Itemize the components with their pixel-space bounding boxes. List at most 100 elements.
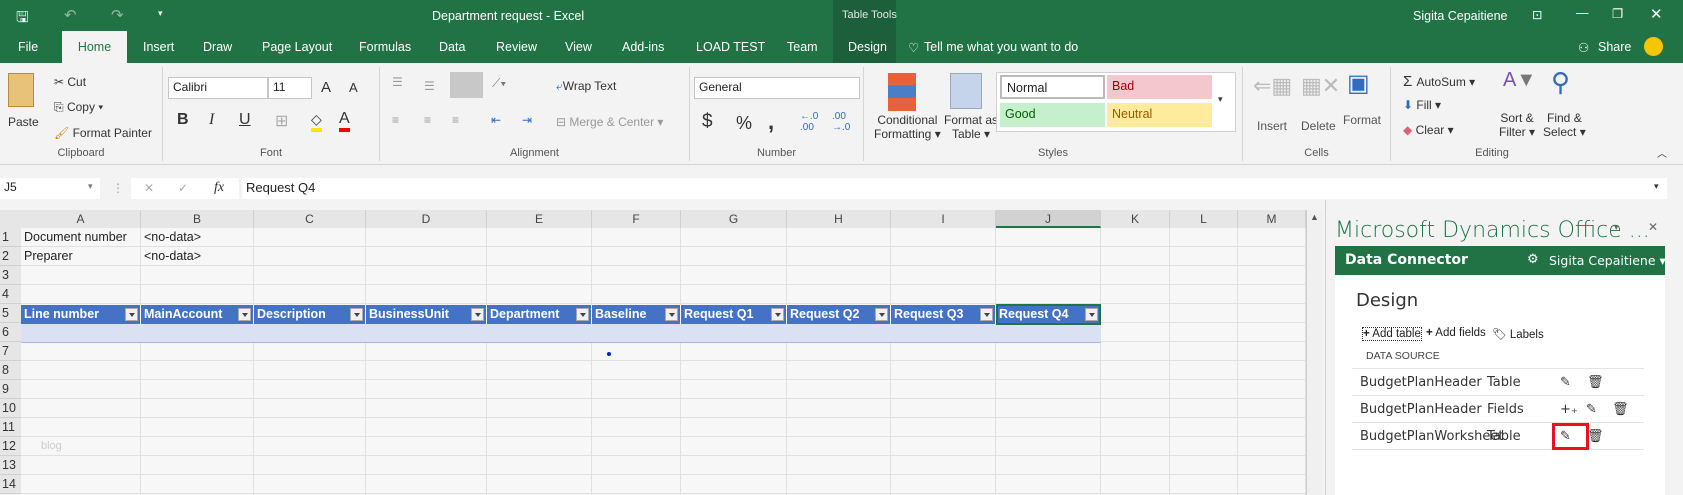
name-box-dropdown-icon[interactable]: ▾ bbox=[88, 181, 93, 192]
row-header-6[interactable]: 6 bbox=[0, 323, 21, 342]
row-header-3[interactable]: 3 bbox=[0, 266, 21, 285]
row-header-2[interactable]: 2 bbox=[0, 247, 21, 266]
row-header-1[interactable]: 1 bbox=[0, 228, 21, 247]
redo-icon[interactable]: ↷ bbox=[111, 6, 124, 24]
smiley-feedback-icon[interactable] bbox=[1644, 37, 1663, 56]
vertical-scrollbar[interactable]: ▲ bbox=[1306, 210, 1322, 495]
style-good[interactable]: Good bbox=[1000, 103, 1105, 127]
decrease-decimal-icon[interactable]: .00 →.0 bbox=[832, 111, 850, 133]
column-header-b[interactable]: B bbox=[141, 210, 254, 228]
conditional-formatting-icon[interactable] bbox=[888, 73, 916, 111]
column-header-h[interactable]: H bbox=[787, 210, 891, 228]
insert-button[interactable]: Insert bbox=[1257, 119, 1287, 133]
sort-filter-icon[interactable]: A▼ bbox=[1503, 69, 1536, 92]
labels-link[interactable]: 🏷 Labels bbox=[1492, 327, 1544, 341]
account-name[interactable]: Sigita Cepaitiene bbox=[1413, 9, 1508, 23]
format-as-table-icon[interactable] bbox=[950, 73, 982, 109]
tab-add-ins[interactable]: Add-ins bbox=[616, 31, 670, 63]
close-icon[interactable]: ✕ bbox=[1650, 5, 1663, 23]
paste-icon[interactable] bbox=[8, 73, 34, 107]
underline-button[interactable]: U bbox=[239, 111, 251, 129]
format-painter-button[interactable]: 🖌 Format Painter bbox=[54, 126, 152, 140]
align-right-icon[interactable]: ≡ bbox=[452, 113, 459, 127]
align-top-icon[interactable]: ☰ bbox=[392, 75, 403, 89]
comma-button[interactable]: , bbox=[768, 109, 774, 135]
tab-page-layout[interactable]: Page Layout bbox=[256, 31, 338, 63]
delete-trash-icon[interactable]: 🗑 bbox=[1612, 396, 1629, 423]
shrink-font-icon[interactable]: A bbox=[349, 80, 358, 95]
font-size-select[interactable]: 11 bbox=[268, 77, 312, 99]
increase-decimal-icon[interactable]: ←.0.00 bbox=[800, 111, 818, 133]
enter-icon[interactable]: ✓ bbox=[178, 181, 188, 195]
column-header-e[interactable]: E bbox=[487, 210, 592, 228]
row-header-14[interactable]: 14 bbox=[0, 475, 21, 494]
tell-me-input[interactable]: Tell me what you want to do bbox=[924, 40, 1078, 54]
table-header-cell[interactable]: Request Q3 bbox=[891, 305, 996, 324]
table-header-cell[interactable]: Line number bbox=[21, 305, 141, 324]
undo-icon[interactable]: ↶ bbox=[64, 6, 77, 24]
tab-team[interactable]: Team bbox=[781, 31, 824, 63]
fill-color-icon[interactable]: ◇ bbox=[311, 111, 322, 132]
table-header-cell[interactable]: Request Q1 bbox=[681, 305, 787, 324]
paste-button[interactable]: Paste bbox=[8, 115, 39, 129]
format-cells-icon[interactable]: ▣ bbox=[1347, 69, 1370, 98]
formula-input[interactable]: Request Q4 bbox=[242, 178, 1667, 199]
align-middle-icon[interactable]: ☰ bbox=[424, 79, 435, 93]
format-as-table-button[interactable]: Format as Table ▾ bbox=[944, 113, 998, 141]
style-neutral[interactable]: Neutral bbox=[1107, 103, 1212, 127]
delete-trash-icon[interactable]: 🗑 bbox=[1587, 369, 1604, 396]
filter-dropdown-icon[interactable] bbox=[665, 308, 678, 321]
column-header-a[interactable]: A bbox=[21, 210, 141, 228]
insert-function-button[interactable]: fx bbox=[214, 180, 224, 196]
align-center-icon[interactable]: ≡ bbox=[424, 113, 431, 127]
insert-cells-icon[interactable]: ⇐▦ bbox=[1253, 73, 1292, 99]
column-header-j[interactable]: J bbox=[996, 210, 1101, 228]
cancel-icon[interactable]: ✕ bbox=[144, 181, 154, 195]
add-table-link[interactable]: + Add table bbox=[1362, 327, 1422, 341]
column-header-k[interactable]: K bbox=[1101, 210, 1170, 228]
align-bottom-icon[interactable] bbox=[450, 72, 483, 98]
name-box[interactable]: J5 bbox=[0, 178, 100, 199]
filter-dropdown-icon[interactable] bbox=[471, 308, 484, 321]
row-header-9[interactable]: 9 bbox=[0, 380, 21, 399]
column-header-l[interactable]: L bbox=[1170, 210, 1238, 228]
cell-a1[interactable]: Document number bbox=[21, 228, 127, 247]
table-header-cell[interactable]: Request Q2 bbox=[787, 305, 891, 324]
wrap-text-button[interactable]: ⤶Wrap Text bbox=[556, 79, 616, 94]
collapse-ribbon-icon[interactable]: ︿ bbox=[1657, 145, 1667, 160]
tab-formulas[interactable]: Formulas bbox=[353, 31, 417, 63]
row-header-7[interactable]: 7 bbox=[0, 342, 21, 361]
style-normal[interactable]: Normal bbox=[1000, 75, 1105, 99]
tab-file[interactable]: File bbox=[12, 31, 44, 63]
filter-dropdown-icon[interactable] bbox=[350, 308, 363, 321]
table-header-cell[interactable]: Description bbox=[254, 305, 366, 324]
filter-dropdown-icon[interactable] bbox=[125, 308, 138, 321]
row-header-4[interactable]: 4 bbox=[0, 285, 21, 304]
bold-button[interactable]: B bbox=[177, 111, 189, 129]
fill-button[interactable]: ⬇ Fill ▾ bbox=[1403, 98, 1441, 112]
row-header-12[interactable]: 12 bbox=[0, 437, 21, 456]
row-header-11[interactable]: 11 bbox=[0, 418, 21, 437]
grow-font-icon[interactable]: A bbox=[321, 79, 331, 96]
row-header-10[interactable]: 10 bbox=[0, 399, 21, 418]
conditional-formatting-button[interactable]: Conditional Formatting ▾ bbox=[874, 113, 941, 141]
pane-user-menu[interactable]: Sigita Cepaitiene ▾ bbox=[1549, 253, 1666, 268]
row-header-5[interactable]: 5 bbox=[0, 304, 21, 323]
restore-icon[interactable]: ❐ bbox=[1612, 6, 1623, 21]
style-bad[interactable]: Bad bbox=[1107, 75, 1212, 99]
column-header-c[interactable]: C bbox=[254, 210, 366, 228]
add-fields-icon[interactable]: +₊ bbox=[1560, 396, 1578, 423]
table-header-cell[interactable]: MainAccount bbox=[141, 305, 254, 324]
tab-insert[interactable]: Insert bbox=[137, 31, 180, 63]
find-select-button[interactable]: Find & Select ▾ bbox=[1543, 111, 1586, 139]
filter-dropdown-icon[interactable] bbox=[875, 308, 888, 321]
borders-icon[interactable]: ⊞ bbox=[275, 111, 288, 131]
tab-view[interactable]: View bbox=[559, 31, 598, 63]
settings-gear-icon[interactable]: ⚙ bbox=[1527, 252, 1539, 267]
column-header-f[interactable]: F bbox=[592, 210, 681, 228]
edit-pencil-icon[interactable]: ✎ bbox=[1560, 369, 1571, 396]
filter-dropdown-icon[interactable] bbox=[238, 308, 251, 321]
format-button[interactable]: Format bbox=[1343, 113, 1381, 127]
font-name-select[interactable]: Calibri bbox=[168, 77, 268, 99]
tab-review[interactable]: Review bbox=[490, 31, 543, 63]
